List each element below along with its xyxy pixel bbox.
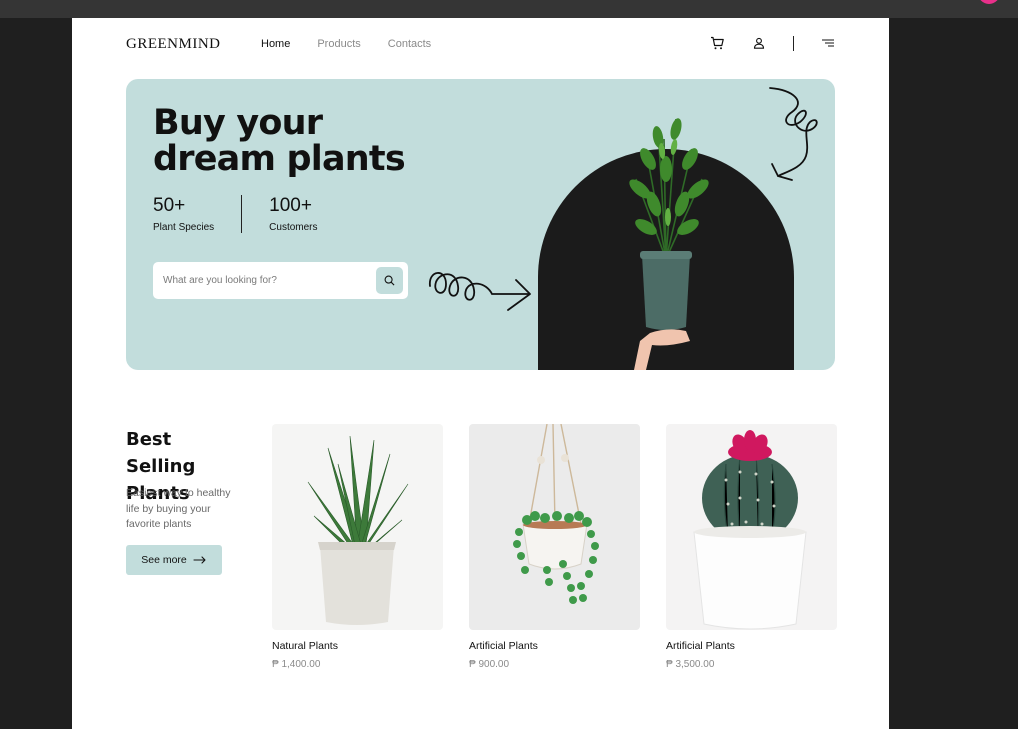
stat-value: 100+ (269, 195, 312, 216)
see-more-label: See more (141, 554, 187, 566)
nav-home[interactable]: Home (261, 38, 290, 50)
best-selling-description: Easiest way to healthy life by buying yo… (126, 487, 231, 530)
aloe-plant-image (307, 435, 409, 625)
product-price: ₱ 1,400.00 (272, 659, 321, 670)
string-of-pearls-image (513, 424, 599, 604)
notification-dot[interactable] (978, 0, 1000, 4)
product-name[interactable]: Natural Plants (272, 640, 443, 652)
product-card[interactable]: Artificial Plants ₱ 3,500.00 (666, 424, 837, 670)
hero-plant-image (629, 118, 709, 370)
main-nav: Home Products Contacts (261, 38, 431, 50)
product-price: ₱ 900.00 (469, 659, 510, 670)
product-name[interactable]: Artificial Plants (666, 640, 837, 652)
product-card[interactable]: Natural Plants ₱ 1,400.00 (272, 424, 443, 670)
nav-divider (793, 35, 794, 51)
nav-contacts[interactable]: Contacts (388, 38, 431, 50)
search-button[interactable] (376, 267, 403, 294)
hero-stats: 50+ Plant Species 100+ Customers (153, 195, 345, 233)
stat-value: 50+ (153, 195, 186, 216)
arrow-right-icon (193, 556, 206, 564)
product-name[interactable]: Artificial Plants (469, 640, 640, 652)
product-image[interactable] (469, 424, 640, 630)
hero-banner: Buy your dream plants 50+ Plant Species … (126, 79, 835, 370)
user-icon[interactable] (751, 35, 767, 51)
squiggle-arrow-decoration (429, 272, 531, 311)
product-price: ₱ 3,500.00 (666, 659, 715, 670)
see-more-button[interactable]: See more (126, 545, 222, 575)
hero-title-line2: dream plants (153, 139, 406, 179)
product-image[interactable] (272, 424, 443, 630)
spiral-arrow-decoration (769, 87, 818, 181)
product-image[interactable] (666, 424, 837, 630)
nav-actions (709, 35, 836, 51)
stat-label: Plant Species (153, 222, 215, 233)
brand-logo[interactable]: GREENMIND (126, 36, 221, 53)
stat-customers: 100+ Customers (241, 195, 344, 233)
menu-icon[interactable] (820, 35, 836, 51)
hero-title: Buy your dream plants (153, 103, 406, 179)
cart-icon[interactable] (709, 35, 725, 51)
search-bar (153, 262, 408, 299)
window-top-bar (0, 0, 1018, 18)
search-icon (384, 275, 395, 286)
cactus-image (693, 430, 807, 630)
stat-label: Customers (269, 222, 318, 233)
product-card[interactable]: Artificial Plants ₱ 900.00 (469, 424, 640, 670)
stat-species: 50+ Plant Species (153, 195, 241, 233)
search-input[interactable] (163, 275, 363, 286)
hero-title-line1: Buy your (153, 103, 323, 143)
landing-page: GREENMIND Home Products Contacts Buy you… (72, 18, 889, 729)
nav-products[interactable]: Products (317, 38, 360, 50)
